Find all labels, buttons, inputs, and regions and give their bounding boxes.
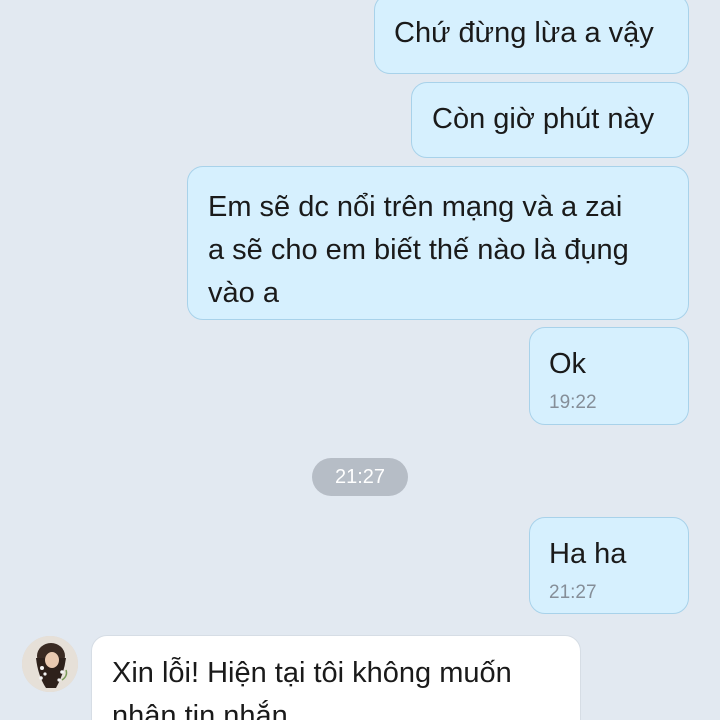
contact-avatar[interactable] — [22, 636, 78, 692]
message-text: Xin lỗi! Hiện tại tôi không muốn nhận ti… — [112, 657, 512, 720]
incoming-message-bubble[interactable]: Xin lỗi! Hiện tại tôi không muốn nhận ti… — [91, 635, 581, 720]
outgoing-message-bubble[interactable]: Em sẽ dc nổi trên mạng và a zai a sẽ cho… — [187, 166, 689, 320]
message-text: Ok — [549, 348, 587, 380]
message-timestamp: 21:27 — [549, 582, 597, 603]
message-text: Em sẽ dc nổi trên mạng và a zai a sẽ cho… — [208, 191, 629, 309]
time-divider-badge: 21:27 — [312, 458, 408, 496]
avatar-photo-icon — [22, 636, 78, 692]
outgoing-message-bubble[interactable]: Ha ha 21:27 — [529, 517, 689, 614]
message-timestamp: 19:22 — [549, 392, 597, 413]
outgoing-message-bubble[interactable]: Ok 19:22 — [529, 327, 689, 425]
message-text: Chứ đừng lừa a vậy — [394, 17, 654, 49]
outgoing-message-bubble[interactable]: Chứ đừng lừa a vậy — [374, 0, 689, 74]
chat-message-list[interactable]: Chứ đừng lừa a vậy Còn giờ phút này Em s… — [0, 0, 720, 720]
message-text: Còn giờ phút này — [432, 103, 655, 135]
outgoing-message-bubble[interactable]: Còn giờ phút này — [411, 82, 689, 158]
message-text: Ha ha — [549, 538, 627, 570]
